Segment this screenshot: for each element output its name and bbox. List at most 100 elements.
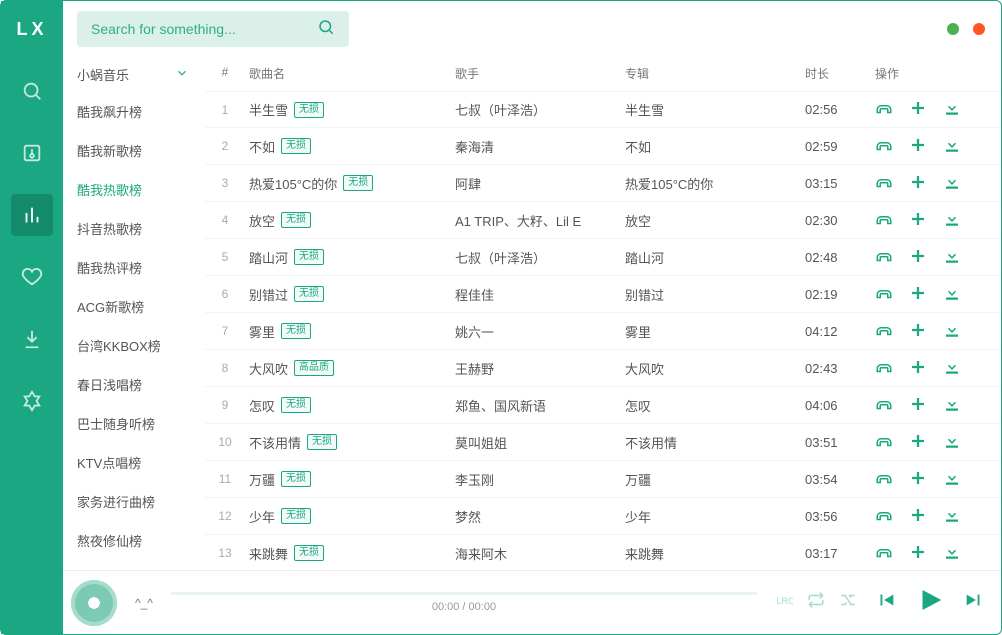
search-icon[interactable] bbox=[317, 18, 335, 41]
quality-badge: 无损 bbox=[294, 249, 324, 265]
artist-cell: 姚六一 bbox=[455, 322, 625, 341]
nav-settings[interactable] bbox=[11, 380, 53, 422]
song-cell: 不该用情无损 bbox=[245, 433, 455, 452]
table-row[interactable]: 2不如无损秦海清不如02:59 bbox=[205, 128, 1001, 165]
add-icon[interactable] bbox=[909, 543, 927, 564]
table-row[interactable]: 7雾里无损姚六一雾里04:12 bbox=[205, 313, 1001, 350]
music-source-select[interactable]: 小蜗音乐 bbox=[77, 57, 205, 92]
table-row[interactable]: 5踏山河无损七叔（叶泽浩）踏山河02:48 bbox=[205, 239, 1001, 276]
add-icon[interactable] bbox=[909, 136, 927, 157]
category-item[interactable]: 酷我热歌榜 bbox=[77, 170, 205, 209]
window-close[interactable] bbox=[973, 23, 985, 35]
category-item[interactable]: 春日浅唱榜 bbox=[77, 365, 205, 404]
download-icon[interactable] bbox=[943, 506, 961, 527]
category-item[interactable]: KTV点唱榜 bbox=[77, 443, 205, 482]
song-name: 怎叹 bbox=[249, 396, 275, 415]
table-row[interactable]: 3热爱105°C的你无损阿肆热爱105°C的你03:15 bbox=[205, 165, 1001, 202]
category-item[interactable]: 枕边轻音乐榜 bbox=[77, 560, 205, 570]
add-icon[interactable] bbox=[909, 469, 927, 490]
next-track[interactable] bbox=[963, 589, 985, 616]
progress-bar[interactable] bbox=[171, 592, 757, 595]
table-row[interactable]: 4放空无损A1 TRIP、大籽、Lil E放空02:30 bbox=[205, 202, 1001, 239]
window-minimize[interactable] bbox=[947, 23, 959, 35]
add-icon[interactable] bbox=[909, 321, 927, 342]
add-icon[interactable] bbox=[909, 284, 927, 305]
listen-icon[interactable] bbox=[875, 321, 893, 342]
listen-icon[interactable] bbox=[875, 469, 893, 490]
table-row[interactable]: 11万疆无损李玉刚万疆03:54 bbox=[205, 461, 1001, 498]
search-box[interactable] bbox=[77, 11, 349, 47]
download-icon[interactable] bbox=[943, 321, 961, 342]
table-row[interactable]: 9怎叹无损郑鱼、国风新语怎叹04:06 bbox=[205, 387, 1001, 424]
add-icon[interactable] bbox=[909, 506, 927, 527]
listen-icon[interactable] bbox=[875, 358, 893, 379]
table-row[interactable]: 8大风吹高品质王赫野大风吹02:43 bbox=[205, 350, 1001, 387]
download-icon[interactable] bbox=[943, 432, 961, 453]
nav-download[interactable] bbox=[11, 318, 53, 360]
add-icon[interactable] bbox=[909, 247, 927, 268]
category-item[interactable]: 抖音热歌榜 bbox=[77, 209, 205, 248]
add-icon[interactable] bbox=[909, 432, 927, 453]
listen-icon[interactable] bbox=[875, 543, 893, 564]
category-item[interactable]: 熬夜修仙榜 bbox=[77, 521, 205, 560]
add-icon[interactable] bbox=[909, 358, 927, 379]
category-item[interactable]: 酷我飙升榜 bbox=[77, 92, 205, 131]
download-icon[interactable] bbox=[943, 543, 961, 564]
table-row[interactable]: 1半生雪无损七叔（叶泽浩）半生雪02:56 bbox=[205, 91, 1001, 128]
category-item[interactable]: 酷我新歌榜 bbox=[77, 131, 205, 170]
download-icon[interactable] bbox=[943, 358, 961, 379]
album-disc-icon[interactable] bbox=[71, 580, 117, 626]
song-name: 踏山河 bbox=[249, 248, 288, 267]
duration-cell: 02:43 bbox=[805, 361, 875, 376]
song-name: 不如 bbox=[249, 137, 275, 156]
download-icon[interactable] bbox=[943, 173, 961, 194]
quality-badge: 无损 bbox=[281, 471, 311, 487]
category-item[interactable]: 酷我热评榜 bbox=[77, 248, 205, 287]
chevron-down-icon bbox=[175, 66, 189, 83]
listen-icon[interactable] bbox=[875, 99, 893, 120]
nav-search[interactable] bbox=[11, 70, 53, 112]
shuffle-mode[interactable] bbox=[839, 591, 857, 614]
nav-rank[interactable] bbox=[11, 194, 53, 236]
download-icon[interactable] bbox=[943, 469, 961, 490]
download-icon[interactable] bbox=[943, 284, 961, 305]
category-item[interactable]: 巴士随身听榜 bbox=[77, 404, 205, 443]
table-row[interactable]: 12少年无损梦然少年03:56 bbox=[205, 498, 1001, 535]
download-icon[interactable] bbox=[943, 395, 961, 416]
add-icon[interactable] bbox=[909, 395, 927, 416]
table-row[interactable]: 10不该用情无损莫叫姐姐不该用情03:51 bbox=[205, 424, 1001, 461]
listen-icon[interactable] bbox=[875, 136, 893, 157]
play-button[interactable] bbox=[915, 585, 945, 620]
add-icon[interactable] bbox=[909, 99, 927, 120]
table-row[interactable]: 6别错过无损程佳佳别错过02:19 bbox=[205, 276, 1001, 313]
lyrics-toggle[interactable]: LRC bbox=[775, 591, 793, 614]
nav-playlist[interactable] bbox=[11, 132, 53, 174]
category-item[interactable]: 家务进行曲榜 bbox=[77, 482, 205, 521]
listen-icon[interactable] bbox=[875, 432, 893, 453]
listen-icon[interactable] bbox=[875, 247, 893, 268]
prev-track[interactable] bbox=[875, 589, 897, 616]
repeat-mode[interactable] bbox=[807, 591, 825, 614]
table-row[interactable]: 13来跳舞无损海来阿木来跳舞03:17 bbox=[205, 535, 1001, 570]
search-input[interactable] bbox=[91, 21, 317, 37]
listen-icon[interactable] bbox=[875, 173, 893, 194]
listen-icon[interactable] bbox=[875, 506, 893, 527]
download-icon[interactable] bbox=[943, 247, 961, 268]
artist-cell: 七叔（叶泽浩） bbox=[455, 100, 625, 119]
download-icon[interactable] bbox=[943, 99, 961, 120]
listen-icon[interactable] bbox=[875, 284, 893, 305]
nav-favorite[interactable] bbox=[11, 256, 53, 298]
listen-icon[interactable] bbox=[875, 210, 893, 231]
row-index: 7 bbox=[205, 324, 245, 338]
category-item[interactable]: ACG新歌榜 bbox=[77, 287, 205, 326]
download-icon[interactable] bbox=[943, 136, 961, 157]
album-cell: 放空 bbox=[625, 211, 805, 230]
row-index: 9 bbox=[205, 398, 245, 412]
duration-cell: 02:56 bbox=[805, 102, 875, 117]
category-item[interactable]: 台湾KKBOX榜 bbox=[77, 326, 205, 365]
add-icon[interactable] bbox=[909, 210, 927, 231]
duration-cell: 02:30 bbox=[805, 213, 875, 228]
listen-icon[interactable] bbox=[875, 395, 893, 416]
add-icon[interactable] bbox=[909, 173, 927, 194]
download-icon[interactable] bbox=[943, 210, 961, 231]
